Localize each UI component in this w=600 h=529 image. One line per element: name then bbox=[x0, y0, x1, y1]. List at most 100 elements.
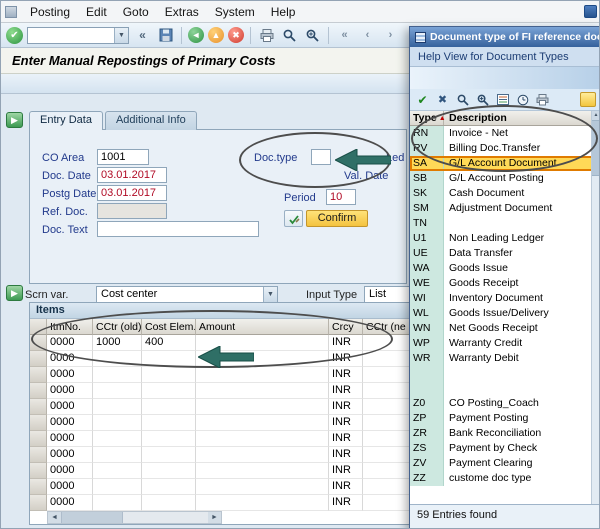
popup-row[interactable]: WIInventory Document bbox=[410, 291, 600, 306]
cell[interactable] bbox=[196, 415, 329, 431]
cell[interactable]: 0000 bbox=[47, 367, 93, 383]
personal-value-list-icon[interactable] bbox=[580, 92, 596, 107]
cell[interactable] bbox=[93, 463, 142, 479]
row-selector[interactable] bbox=[30, 399, 47, 415]
column-header-2[interactable]: Cost Elem. bbox=[142, 319, 196, 335]
cell[interactable] bbox=[142, 431, 196, 447]
menu-item-edit[interactable]: Edit bbox=[78, 2, 115, 22]
cancel-button[interactable]: ✖ bbox=[228, 27, 244, 43]
select-all-rows[interactable] bbox=[30, 319, 47, 335]
hscroll-thumb[interactable] bbox=[61, 512, 123, 523]
ref-doc-field[interactable] bbox=[97, 203, 167, 219]
tab-additional-info[interactable]: Additional Info bbox=[105, 111, 197, 130]
row-selector[interactable] bbox=[30, 415, 47, 431]
cell[interactable] bbox=[93, 447, 142, 463]
cell[interactable]: 0000 bbox=[47, 479, 93, 495]
cell[interactable] bbox=[142, 463, 196, 479]
popup-row[interactable]: WRWarranty Debit bbox=[410, 351, 600, 366]
cell[interactable] bbox=[93, 399, 142, 415]
popup-row[interactable]: SKCash Document bbox=[410, 186, 600, 201]
co-area-field[interactable]: 1001 bbox=[97, 149, 149, 165]
popup-row[interactable]: TN bbox=[410, 216, 600, 231]
print-icon[interactable] bbox=[534, 92, 551, 108]
command-field-value[interactable] bbox=[28, 28, 114, 43]
menu-item-goto[interactable]: Goto bbox=[115, 2, 157, 22]
popup-row[interactable]: ZPPayment Posting bbox=[410, 411, 600, 426]
popup-row[interactable]: U1Non Leading Ledger bbox=[410, 231, 600, 246]
cell[interactable]: INR bbox=[329, 335, 363, 351]
print-icon[interactable] bbox=[257, 26, 276, 44]
scroll-left-icon[interactable]: ◄ bbox=[48, 512, 61, 523]
row-selector[interactable] bbox=[30, 479, 47, 495]
cell[interactable] bbox=[196, 447, 329, 463]
popup-row[interactable]: WLGoods Issue/Delivery bbox=[410, 306, 600, 321]
popup-row[interactable]: RNInvoice - Net bbox=[410, 126, 600, 141]
find-icon[interactable] bbox=[280, 26, 299, 44]
postg-date-field[interactable]: 03.01.2017 bbox=[97, 185, 167, 201]
popup-row[interactable] bbox=[410, 381, 600, 396]
find-next-icon[interactable] bbox=[303, 26, 322, 44]
value-list-icon[interactable] bbox=[494, 92, 511, 108]
command-field[interactable]: ▼ bbox=[27, 27, 129, 44]
cell[interactable] bbox=[93, 479, 142, 495]
description-column-header[interactable]: Description bbox=[444, 111, 600, 125]
cell[interactable]: INR bbox=[329, 479, 363, 495]
cell[interactable] bbox=[142, 351, 196, 367]
cell[interactable] bbox=[196, 367, 329, 383]
cell[interactable] bbox=[93, 351, 142, 367]
doc-text-field[interactable] bbox=[97, 221, 259, 237]
cell[interactable]: 0000 bbox=[47, 383, 93, 399]
cell[interactable]: INR bbox=[329, 463, 363, 479]
cell[interactable]: 0000 bbox=[47, 447, 93, 463]
row-selector[interactable] bbox=[30, 463, 47, 479]
cell[interactable] bbox=[142, 495, 196, 511]
close-icon[interactable]: ✖ bbox=[434, 92, 451, 108]
doc-type-field[interactable] bbox=[311, 149, 331, 165]
menu-item-system[interactable]: System bbox=[207, 2, 263, 22]
header-options-icon[interactable]: ▶ bbox=[6, 112, 23, 128]
row-selector[interactable] bbox=[30, 431, 47, 447]
scroll-up-icon[interactable]: ▲ bbox=[592, 111, 600, 120]
find-icon[interactable] bbox=[454, 92, 471, 108]
popup-row[interactable]: Z0CO Posting_Coach bbox=[410, 396, 600, 411]
cell[interactable]: 0000 bbox=[47, 335, 93, 351]
cell[interactable] bbox=[196, 479, 329, 495]
cell[interactable]: 1000 bbox=[93, 335, 142, 351]
collapse-history-icon[interactable]: « bbox=[133, 26, 152, 44]
cell[interactable]: 0000 bbox=[47, 463, 93, 479]
popup-row[interactable]: ZZcustome doc type bbox=[410, 471, 600, 486]
cell[interactable]: 0000 bbox=[47, 415, 93, 431]
cell[interactable] bbox=[93, 495, 142, 511]
popup-row[interactable]: SMAdjustment Document bbox=[410, 201, 600, 216]
cell[interactable]: INR bbox=[329, 431, 363, 447]
cell[interactable]: 0000 bbox=[47, 431, 93, 447]
popup-row[interactable]: UEData Transfer bbox=[410, 246, 600, 261]
find-next-icon[interactable] bbox=[474, 92, 491, 108]
cell[interactable] bbox=[196, 335, 329, 351]
cell[interactable]: INR bbox=[329, 367, 363, 383]
next-page-icon[interactable]: › bbox=[381, 26, 400, 44]
popup-row[interactable]: ZSPayment by Check bbox=[410, 441, 600, 456]
back-button[interactable]: ◄ bbox=[188, 27, 204, 43]
row-selector[interactable] bbox=[30, 495, 47, 511]
cell[interactable] bbox=[93, 431, 142, 447]
previous-page-icon[interactable]: ‹ bbox=[358, 26, 377, 44]
copy-icon[interactable]: ✔ bbox=[414, 92, 431, 108]
exit-button[interactable]: ▲ bbox=[208, 27, 224, 43]
dropdown-caret-icon[interactable]: ▼ bbox=[263, 287, 277, 302]
cell[interactable] bbox=[142, 415, 196, 431]
menu-item-extras[interactable]: Extras bbox=[157, 2, 207, 22]
popup-row[interactable]: SAG/L Account Document bbox=[410, 156, 600, 171]
column-header-1[interactable]: CCtr (old) bbox=[93, 319, 142, 335]
cell[interactable] bbox=[142, 367, 196, 383]
cell[interactable] bbox=[93, 367, 142, 383]
column-header-0[interactable]: ItmNo. bbox=[47, 319, 93, 335]
cell[interactable]: INR bbox=[329, 495, 363, 511]
popup-row[interactable]: RVBilling Doc.Transfer bbox=[410, 141, 600, 156]
popup-title-bar[interactable]: Document type of FI reference docu... bbox=[410, 27, 600, 47]
vscroll-thumb[interactable] bbox=[592, 120, 600, 176]
propose-icon[interactable] bbox=[284, 210, 303, 227]
variant-options-icon[interactable]: ▶ bbox=[6, 285, 23, 301]
menu-item-help[interactable]: Help bbox=[263, 2, 304, 22]
popup-row[interactable]: ZRBank Reconciliation bbox=[410, 426, 600, 441]
